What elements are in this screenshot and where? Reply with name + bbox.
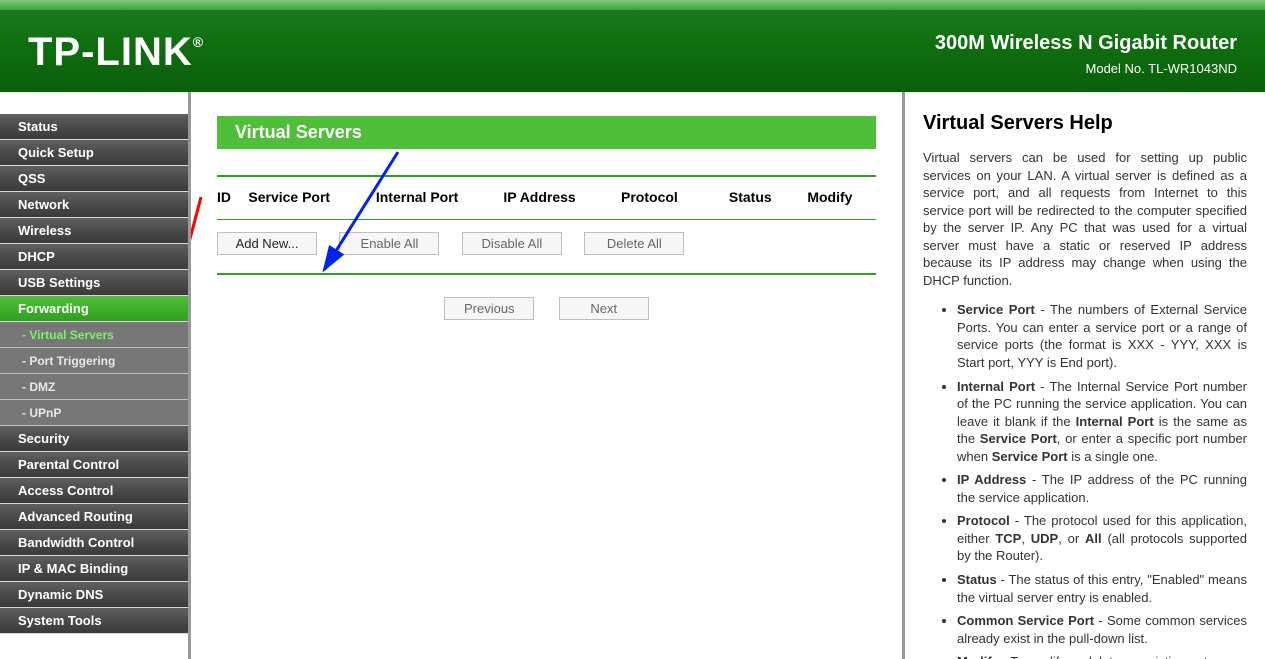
col-header-internal-port: Internal Port — [376, 189, 503, 205]
nav-ip-mac-binding[interactable]: IP & MAC Binding — [0, 556, 188, 582]
col-header-status: Status — [729, 189, 807, 205]
nav-sub-port-triggering[interactable]: - Port Triggering — [0, 348, 188, 374]
nav-network[interactable]: Network — [0, 192, 188, 218]
enable-all-button[interactable]: Enable All — [339, 232, 439, 255]
nav-dhcp[interactable]: DHCP — [0, 244, 188, 270]
help-bullet-modify: Modify - To modify or delete an existing… — [957, 653, 1247, 659]
main-content: Virtual Servers ID Service Port Internal… — [188, 92, 905, 659]
registered-mark: ® — [193, 34, 204, 50]
nav-quick-setup[interactable]: Quick Setup — [0, 140, 188, 166]
nav-wireless[interactable]: Wireless — [0, 218, 188, 244]
col-header-ip-address: IP Address — [503, 189, 621, 205]
table-header-row: ID Service Port Internal Port IP Address… — [217, 185, 876, 219]
nav-system-tools[interactable]: System Tools — [0, 608, 188, 634]
help-intro: Virtual servers can be used for setting … — [923, 149, 1247, 289]
help-bullet-list: Service Port - The numbers of External S… — [923, 301, 1247, 659]
header-product-info: 300M Wireless N Gigabit Router Model No.… — [935, 32, 1237, 76]
product-model: Model No. TL-WR1043ND — [935, 61, 1237, 76]
nav-advanced-routing[interactable]: Advanced Routing — [0, 504, 188, 530]
nav-sub-virtual-servers[interactable]: - Virtual Servers — [0, 322, 188, 348]
add-new-button[interactable]: Add New... — [217, 232, 317, 255]
previous-button[interactable]: Previous — [444, 297, 534, 320]
nav-bandwidth-control[interactable]: Bandwidth Control — [0, 530, 188, 556]
brand-text: TP-LINK — [28, 30, 193, 74]
next-button[interactable]: Next — [559, 297, 649, 320]
help-title: Virtual Servers Help — [923, 112, 1247, 135]
sidebar: Status Quick Setup QSS Network Wireless … — [0, 92, 188, 659]
nav-forwarding[interactable]: Forwarding — [0, 296, 188, 322]
nav-security[interactable]: Security — [0, 426, 188, 452]
nav-status[interactable]: Status — [0, 114, 188, 140]
divider — [217, 273, 876, 275]
brand-logo: TP-LINK® — [28, 30, 204, 75]
nav-usb-settings[interactable]: USB Settings — [0, 270, 188, 296]
divider — [217, 219, 876, 220]
help-bullet-common-service-port: Common Service Port - Some common servic… — [957, 612, 1247, 647]
help-bullet-service-port: Service Port - The numbers of External S… — [957, 301, 1247, 371]
help-panel: Virtual Servers Help Virtual servers can… — [905, 92, 1265, 659]
pager: Previous Next — [217, 283, 876, 320]
col-header-modify: Modify — [807, 189, 876, 205]
red-arrow-icon — [191, 197, 201, 334]
product-title: 300M Wireless N Gigabit Router — [935, 32, 1237, 55]
nav-access-control[interactable]: Access Control — [0, 478, 188, 504]
delete-all-button[interactable]: Delete All — [584, 232, 684, 255]
col-header-id: ID — [217, 189, 248, 205]
help-bullet-ip-address: IP Address - The IP address of the PC ru… — [957, 471, 1247, 506]
help-bullet-internal-port: Internal Port - The Internal Service Por… — [957, 378, 1247, 466]
divider — [217, 175, 876, 177]
disable-all-button[interactable]: Disable All — [462, 232, 562, 255]
nav-sub-upnp[interactable]: - UPnP — [0, 400, 188, 426]
nav-dynamic-dns[interactable]: Dynamic DNS — [0, 582, 188, 608]
page-title: Virtual Servers — [217, 116, 876, 149]
help-bullet-protocol: Protocol - The protocol used for this ap… — [957, 512, 1247, 565]
header: TP-LINK® 300M Wireless N Gigabit Router … — [0, 0, 1265, 92]
help-bullet-status: Status - The status of this entry, "Enab… — [957, 571, 1247, 606]
nav-parental-control[interactable]: Parental Control — [0, 452, 188, 478]
nav-sub-dmz[interactable]: - DMZ — [0, 374, 188, 400]
col-header-protocol: Protocol — [621, 189, 729, 205]
action-button-row: Add New... Enable All Disable All Delete… — [217, 228, 876, 273]
col-header-service-port: Service Port — [248, 189, 375, 205]
nav-qss[interactable]: QSS — [0, 166, 188, 192]
